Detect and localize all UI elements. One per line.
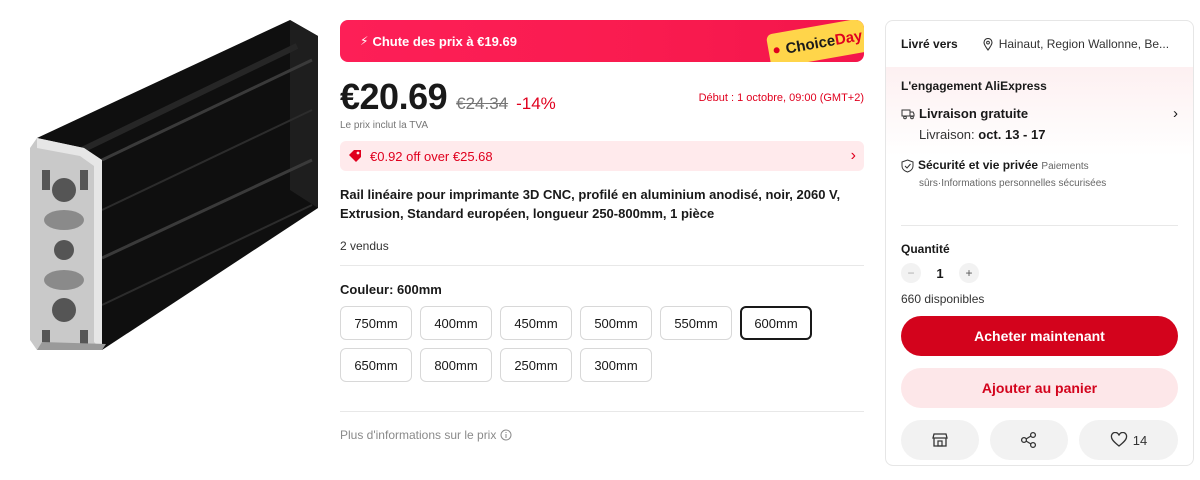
divider [901,225,1178,226]
stock-available: 660 disponibles [901,292,985,306]
sale-start-time: Début : 1 octobre, 09:00 (GMT+2) [698,92,864,104]
wishlist-button[interactable]: 14 [1079,420,1178,460]
purchase-panel: Livré vers Hainaut, Region Wallonne, Be.… [885,20,1194,466]
option-600mm-selected[interactable]: 600mm [740,306,812,340]
security-subtitle-1: Paiements [1041,161,1089,172]
commitment-title: L'engagement AliExpress [901,79,1047,93]
divider [340,265,864,266]
aliexpress-commitment: L'engagement AliExpress Livraison gratui… [886,67,1193,215]
truck-icon [901,108,915,120]
quantity-label: Quantité [901,242,950,256]
free-shipping-row[interactable]: Livraison gratuite › [901,105,1178,122]
shield-check-icon [901,159,914,173]
delivery-dates: oct. 13 - 17 [978,127,1046,142]
chevron-right-icon: › [850,147,856,164]
color-options: 750mm 400mm 450mm 500mm 550mm 600mm 650m… [340,306,820,382]
product-image[interactable] [22,20,318,350]
ship-to-label: Livré vers [901,37,958,51]
original-price: €24.34 [456,94,509,113]
quantity-decrease-button[interactable]: − [901,263,921,283]
badge-dot [773,46,781,54]
vat-note: Le prix inclut la TVA [340,120,429,131]
store-icon [931,432,949,448]
option-400mm[interactable]: 400mm [420,306,492,340]
option-250mm[interactable]: 250mm [500,348,572,382]
info-icon [500,429,512,441]
lightning-icon: ⚡ [360,34,369,48]
quantity-increase-button[interactable]: + [959,263,979,283]
wishlist-count: 14 [1132,432,1148,448]
security-row: Sécurité et vie privée Paiements [901,158,1178,173]
share-button[interactable] [990,420,1068,460]
security-subtitle-2: sûrs·Informations personnelles sécurisée… [919,178,1107,189]
price-row: €20.69 €24.34 -14% Début : 1 octobre, 09… [340,76,864,117]
discount-percent: -14% [516,94,556,113]
chevron-right-icon[interactable]: › [1173,105,1178,122]
map-pin-icon [983,37,993,51]
ship-to-row[interactable]: Livré vers Hainaut, Region Wallonne, Be.… [886,21,1193,67]
sold-count: 2 vendus [340,239,389,253]
more-info-text: Plus d'informations sur le prix [340,428,497,442]
option-450mm[interactable]: 450mm [500,306,572,340]
more-price-info[interactable]: Plus d'informations sur le prix [340,428,864,442]
security-title: Sécurité et vie privée [918,158,1039,172]
share-icon [1020,431,1038,449]
option-750mm[interactable]: 750mm [340,306,412,340]
coupon-bar[interactable]: €0.92 off over €25.68 › [340,141,864,171]
free-shipping-label: Livraison gratuite [919,106,1029,121]
delivery-label: Livraison: [919,127,975,142]
tag-icon [348,149,362,163]
delivery-estimate: Livraison: oct. 13 - 17 [919,127,1178,142]
price-drop-text: Chute des prix à €19.69 [372,33,517,49]
heart-icon [1110,432,1128,448]
option-800mm[interactable]: 800mm [420,348,492,382]
current-price: €20.69 [340,76,448,117]
option-550mm[interactable]: 550mm [660,306,732,340]
buy-now-button[interactable]: Acheter maintenant [901,316,1178,356]
option-650mm[interactable]: 650mm [340,348,412,382]
action-icon-row: 14 [901,420,1178,460]
price-drop-banner: ⚡ Chute des prix à €19.69 Choice Day [340,20,864,62]
divider [340,411,864,412]
day-label: Day [833,26,864,49]
product-title: Rail linéaire pour imprimante 3D CNC, pr… [340,187,841,221]
choice-day-badge: Choice Day [765,20,864,62]
option-300mm[interactable]: 300mm [580,348,652,382]
option-500mm[interactable]: 500mm [580,306,652,340]
store-button[interactable] [901,420,979,460]
coupon-text: €0.92 off over €25.68 [370,148,493,164]
ship-location: Hainaut, Region Wallonne, Be... [998,37,1170,51]
color-label: Couleur: 600mm [340,282,442,297]
quantity-stepper: − 1 + [901,263,1178,283]
add-to-cart-button[interactable]: Ajouter au panier [901,368,1178,408]
quantity-value: 1 [936,265,944,281]
choice-label: Choice [784,31,837,58]
